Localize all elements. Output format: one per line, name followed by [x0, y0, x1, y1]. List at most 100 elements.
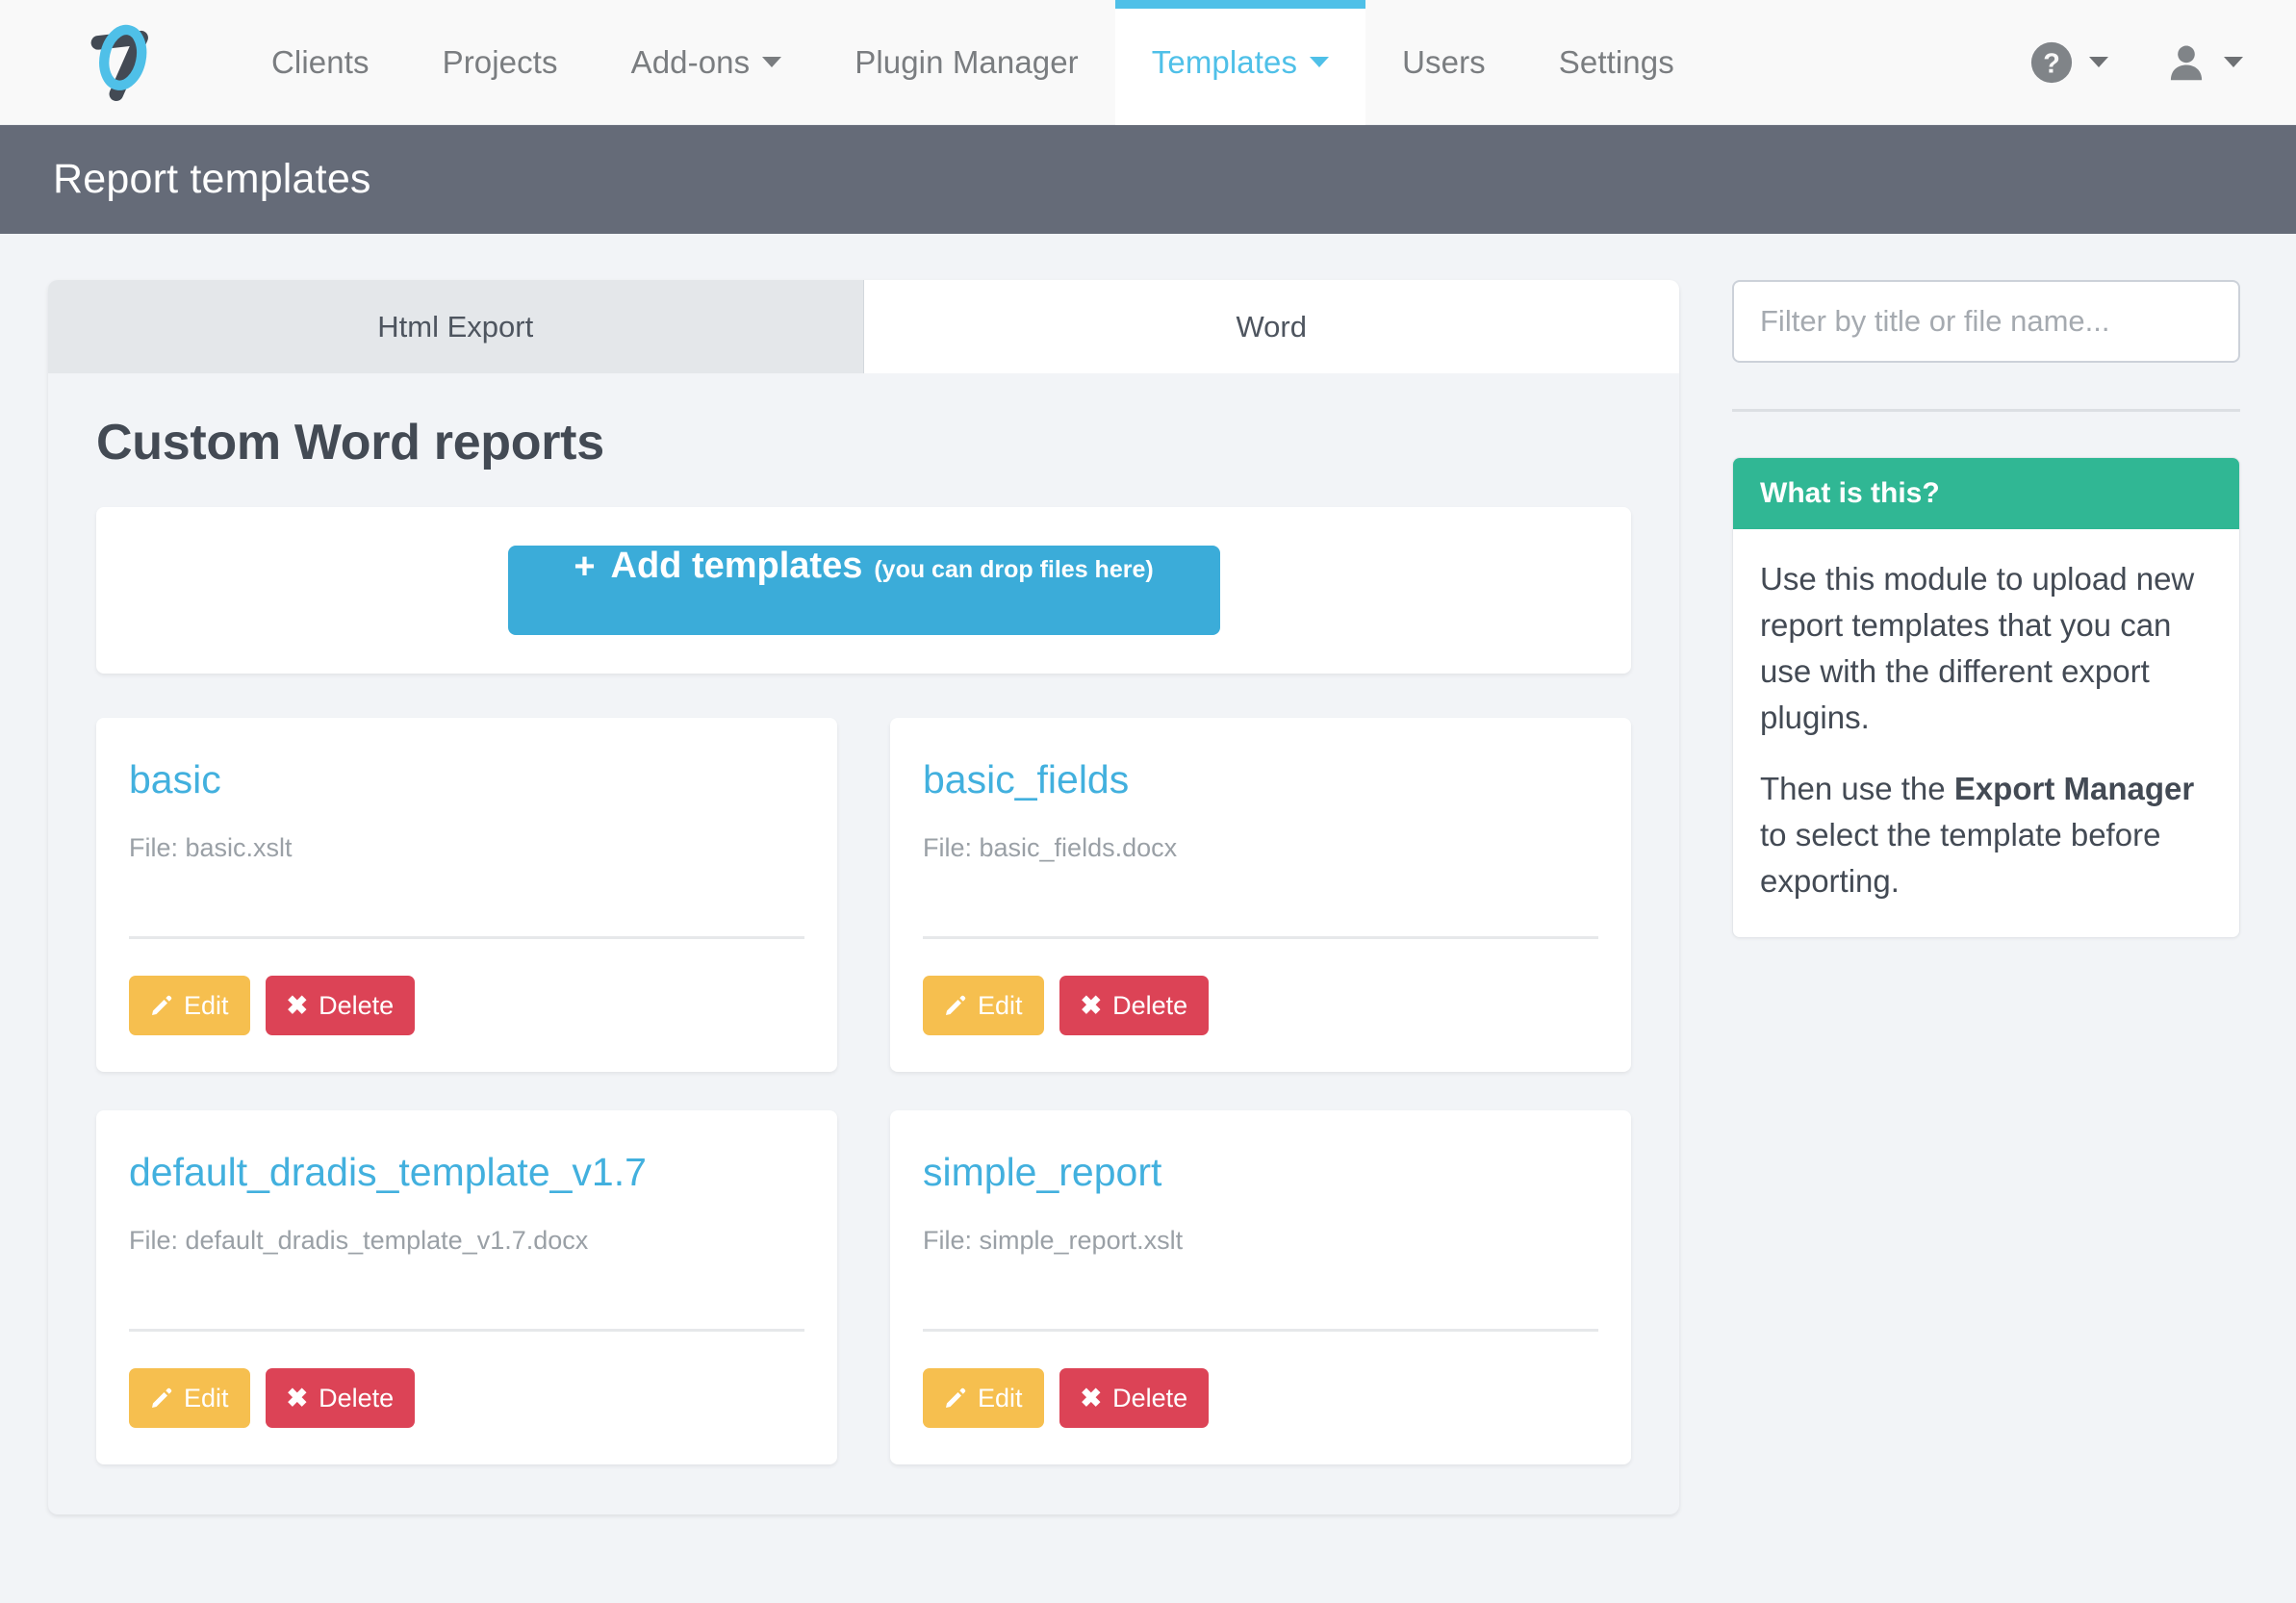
navbar-right-actions: ?	[2029, 40, 2243, 85]
template-file-label: File: default_dradis_template_v1.7.docx	[129, 1226, 589, 1256]
template-card-actions: Edit ✖ Delete	[129, 976, 804, 1035]
template-title-link[interactable]: default_dradis_template_v1.7	[129, 1150, 804, 1194]
question-circle-icon: ?	[2030, 41, 2073, 83]
nav-item-settings[interactable]: Settings	[1522, 0, 1711, 125]
edit-button[interactable]: Edit	[923, 976, 1044, 1035]
nav-item-label: Templates	[1151, 43, 1298, 80]
template-title-link[interactable]: simple_report	[923, 1150, 1598, 1194]
template-title-link[interactable]: basic	[129, 757, 804, 802]
sidebar: What is this? Use this module to upload …	[1732, 280, 2240, 938]
nav-item-templates[interactable]: Templates	[1114, 0, 1366, 125]
delete-button-label: Delete	[319, 990, 395, 1020]
card-divider	[923, 936, 1598, 939]
edit-button-label: Edit	[184, 1383, 229, 1412]
template-card-actions: Edit ✖ Delete	[923, 976, 1598, 1035]
card-divider	[923, 1329, 1598, 1332]
filter-input[interactable]	[1732, 280, 2240, 363]
add-templates-button[interactable]: + Add templates (you can drop files here…	[507, 546, 1220, 635]
card-divider	[129, 936, 804, 939]
delete-button[interactable]: ✖ Delete	[1059, 976, 1210, 1035]
export-manager-emphasis: Export Manager	[1953, 771, 2195, 807]
template-card: basic File: basic.xslt Edit ✖ Delete	[96, 718, 837, 1072]
template-dropzone[interactable]: + Add templates (you can drop files here…	[96, 507, 1631, 674]
user-icon	[2170, 45, 2203, 80]
chevron-down-icon	[2089, 57, 2108, 67]
plus-icon: +	[574, 547, 596, 587]
delete-button-label: Delete	[319, 1383, 395, 1412]
nav-item-label: Clients	[271, 43, 370, 80]
edit-button[interactable]: Edit	[923, 1368, 1044, 1428]
delete-button[interactable]: ✖ Delete	[265, 1368, 416, 1428]
info-paragraph-2: Then use the Export Manager to select th…	[1760, 766, 2212, 904]
chevron-down-icon	[762, 57, 782, 67]
dradis-logo-icon	[90, 24, 148, 101]
template-file-label: File: basic_fields.docx	[923, 833, 1178, 863]
delete-button[interactable]: ✖ Delete	[265, 976, 416, 1035]
template-card: basic_fields File: basic_fields.docx Edi…	[890, 718, 1631, 1072]
edit-button[interactable]: Edit	[129, 976, 250, 1035]
nav-item-users[interactable]: Users	[1365, 0, 1522, 125]
template-title-link[interactable]: basic_fields	[923, 757, 1598, 802]
tab-html-export[interactable]: Html Export	[48, 280, 864, 373]
pencil-icon	[150, 994, 173, 1017]
edit-button[interactable]: Edit	[129, 1368, 250, 1428]
section-title: Custom Word reports	[96, 415, 604, 471]
nav-item-projects[interactable]: Projects	[406, 0, 595, 125]
delete-button-label: Delete	[1112, 990, 1188, 1020]
sidebar-divider	[1732, 409, 2240, 412]
chevron-down-icon	[1310, 57, 1330, 67]
tab-label: Html Export	[377, 309, 534, 344]
template-type-tabs: Html Export Word	[48, 280, 1679, 373]
info-paragraph-2-post: to select the template before exporting.	[1760, 817, 2161, 900]
edit-button-label: Edit	[184, 990, 229, 1020]
tab-word[interactable]: Word	[863, 280, 1679, 373]
template-card-grid: basic File: basic.xslt Edit ✖ Delete bas…	[96, 718, 1631, 1464]
delete-button[interactable]: ✖ Delete	[1059, 1368, 1210, 1428]
nav-item-label: Plugin Manager	[855, 43, 1079, 80]
nav-item-label: Settings	[1558, 43, 1674, 80]
nav-item-clients[interactable]: Clients	[235, 0, 406, 125]
nav-item-list: Clients Projects Add-ons Plugin Manager …	[235, 0, 1711, 125]
template-card: default_dradis_template_v1.7 File: defau…	[96, 1110, 837, 1464]
close-icon: ✖	[286, 990, 309, 1020]
page-title: Report templates	[53, 156, 371, 202]
close-icon: ✖	[1080, 990, 1103, 1020]
what-is-this-panel: What is this? Use this module to upload …	[1732, 457, 2240, 938]
edit-button-label: Edit	[978, 1383, 1023, 1412]
template-file-label: File: simple_report.xslt	[923, 1226, 1184, 1256]
edit-button-label: Edit	[978, 990, 1023, 1020]
template-card-actions: Edit ✖ Delete	[923, 1368, 1598, 1428]
page-header-bar: Report templates	[0, 125, 2296, 234]
info-paragraph-2-pre: Then use the	[1760, 771, 1954, 807]
card-divider	[129, 1329, 804, 1332]
page-content: Html Export Word Custom Word reports + A…	[0, 234, 2296, 1514]
what-is-this-body: Use this module to upload new report tem…	[1733, 529, 2239, 937]
template-card: simple_report File: simple_report.xslt E…	[890, 1110, 1631, 1464]
close-icon: ✖	[1080, 1383, 1103, 1412]
nav-item-label: Users	[1402, 43, 1486, 80]
main-panel: Html Export Word Custom Word reports + A…	[48, 280, 1679, 1514]
delete-button-label: Delete	[1112, 1383, 1188, 1412]
add-templates-hint: (you can drop files here)	[874, 556, 1154, 583]
help-menu-button[interactable]: ?	[2029, 40, 2108, 85]
template-file-label: File: basic.xslt	[129, 833, 293, 863]
pencil-icon	[944, 994, 967, 1017]
pencil-icon	[944, 1387, 967, 1410]
what-is-this-heading: What is this?	[1733, 458, 2239, 529]
nav-item-label: Projects	[442, 43, 558, 80]
panel-body: Custom Word reports + Add templates (you…	[48, 373, 1679, 1514]
tab-label: Word	[1236, 309, 1307, 344]
nav-item-plugin-manager[interactable]: Plugin Manager	[818, 0, 1115, 125]
add-templates-label: Add templates	[610, 546, 863, 586]
pencil-icon	[150, 1387, 173, 1410]
top-navbar: Clients Projects Add-ons Plugin Manager …	[0, 0, 2296, 125]
nav-item-label: Add-ons	[630, 43, 751, 80]
chevron-down-icon	[2224, 57, 2243, 67]
svg-text:?: ?	[2043, 48, 2060, 79]
info-paragraph-1: Use this module to upload new report tem…	[1760, 561, 2195, 735]
user-menu-button[interactable]	[2164, 40, 2243, 85]
close-icon: ✖	[286, 1383, 309, 1412]
template-card-actions: Edit ✖ Delete	[129, 1368, 804, 1428]
dradis-logo[interactable]	[77, 18, 166, 107]
nav-item-add-ons[interactable]: Add-ons	[595, 0, 819, 125]
